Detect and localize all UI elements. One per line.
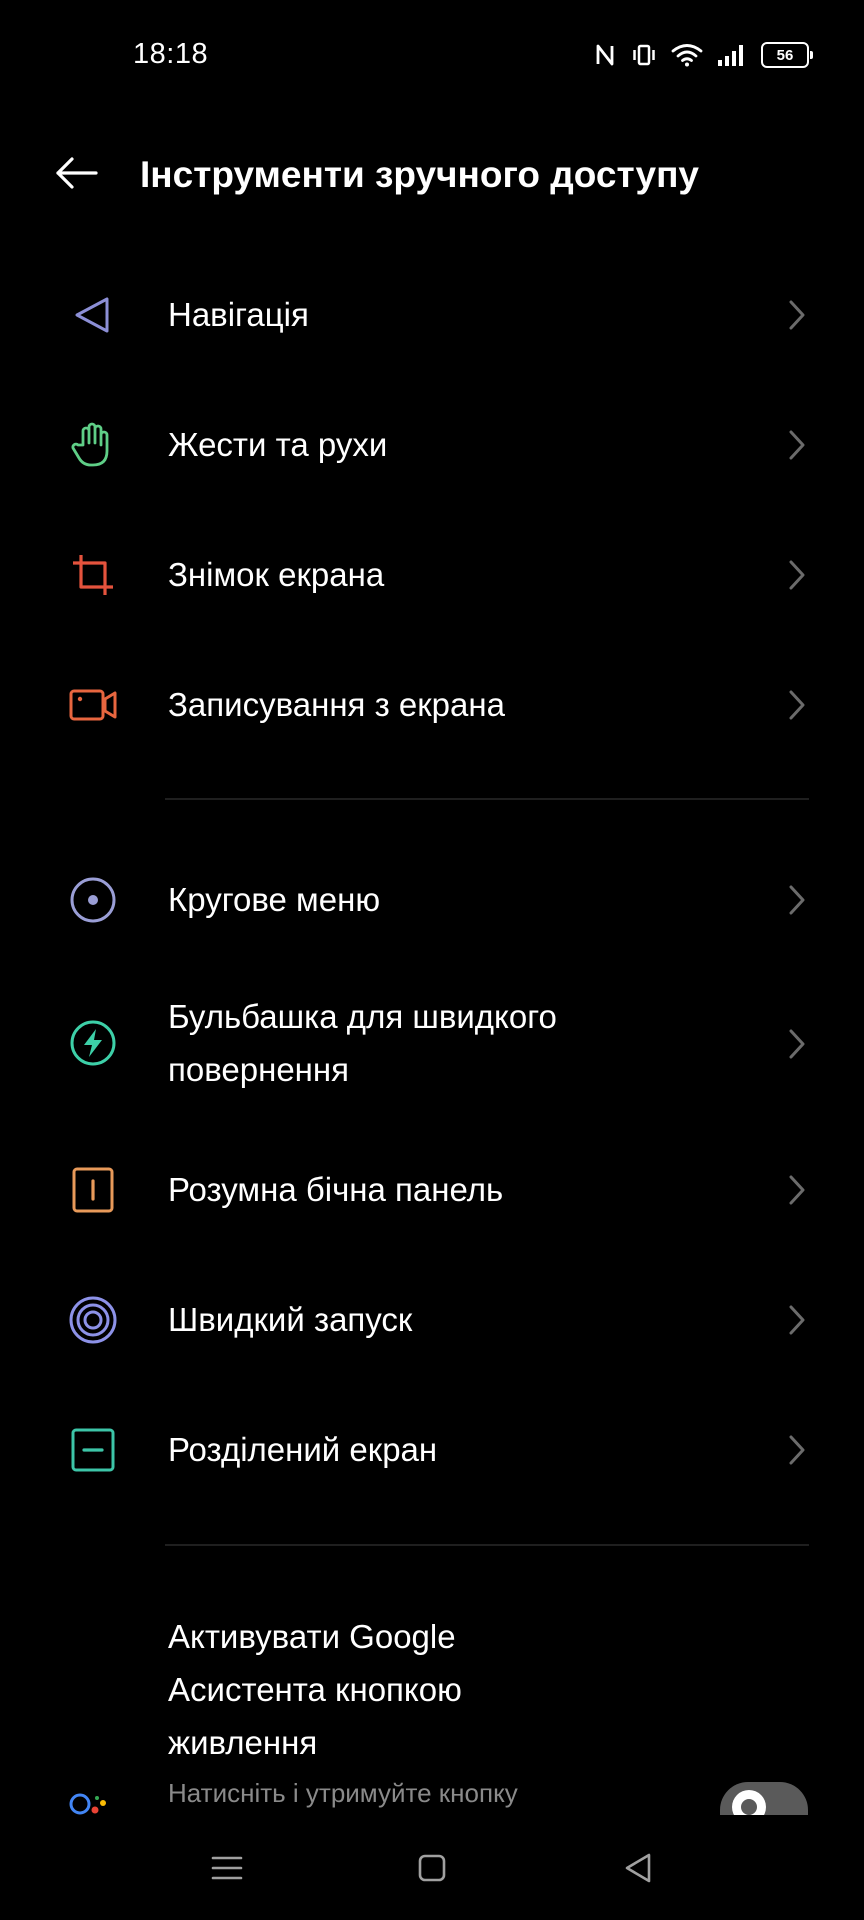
status-bar: 18:18 56: [0, 0, 864, 110]
battery-icon: 56: [761, 42, 813, 68]
menu-item-screenshot[interactable]: Знімок екрана: [0, 535, 864, 615]
status-time: 18:18: [133, 38, 209, 70]
menu-item-label: Знімок екрана: [168, 556, 385, 593]
menu-item-label: Кругове меню: [168, 881, 381, 918]
chevron-right-icon: [782, 685, 812, 725]
menu-item-circle-menu[interactable]: Кругове меню: [0, 860, 864, 940]
quick-return-bubble-icon: [68, 1018, 118, 1068]
crop-screenshot-icon: [68, 550, 118, 600]
chevron-right-icon: [782, 1170, 812, 1210]
assistant-toggle[interactable]: [720, 1782, 808, 1816]
wifi-icon: [671, 43, 703, 67]
system-navigation-bar: [0, 1815, 864, 1920]
quick-launch-icon: [68, 1295, 118, 1345]
menu-item-smart-sidebar[interactable]: Розумна бічна панель: [0, 1150, 864, 1230]
page-title: Інструменти зручного доступу: [140, 154, 700, 195]
screen-record-icon: [68, 680, 118, 730]
menu-item-label: Записування з екрана: [168, 686, 505, 723]
smart-sidebar-icon: [68, 1165, 118, 1215]
navigation-icon: [68, 290, 118, 340]
menu-item-label: Бульбашка для швидкого повернення: [168, 998, 557, 1088]
chevron-right-icon: [782, 1430, 812, 1470]
section-divider: [165, 1544, 809, 1546]
menu-item-screen-record[interactable]: Записування з екрана: [0, 665, 864, 745]
menu-icon: [211, 1854, 243, 1887]
menu-item-label: Розумна бічна панель: [168, 1171, 504, 1208]
circle-menu-icon: [68, 875, 118, 925]
split-screen-icon: [68, 1425, 118, 1475]
arrow-left-icon: [54, 156, 98, 195]
section-divider: [165, 798, 809, 800]
chevron-right-icon: [782, 1300, 812, 1340]
chevron-right-icon: [782, 295, 812, 335]
menu-item-navigation[interactable]: Навігація: [0, 275, 864, 355]
home-button[interactable]: [402, 1845, 462, 1895]
home-square-icon: [417, 1853, 447, 1888]
recent-apps-button[interactable]: [197, 1845, 257, 1895]
menu-item-split-screen[interactable]: Розділений екран: [0, 1410, 864, 1490]
menu-item-label: Навігація: [168, 296, 309, 333]
menu-item-label: Розділений екран: [168, 1431, 438, 1468]
menu-item-label: Швидкий запуск: [168, 1301, 413, 1338]
toggle-knob: [732, 1790, 766, 1816]
back-triangle-icon: [623, 1852, 653, 1889]
chevron-right-icon: [782, 880, 812, 920]
back-button[interactable]: [48, 150, 104, 200]
hand-gesture-icon: [68, 420, 118, 470]
menu-item-quick-launch[interactable]: Швидкий запуск: [0, 1280, 864, 1360]
menu-item-gestures[interactable]: Жести та рухи: [0, 405, 864, 485]
chevron-right-icon: [782, 1024, 812, 1064]
status-icons: 56: [595, 38, 813, 72]
nfc-icon: [595, 43, 617, 67]
chevron-right-icon: [782, 555, 812, 595]
assistant-setting-subtitle: Натисніть і утримуйте кнопку: [168, 1778, 518, 1808]
menu-item-quick-return-bubble[interactable]: Бульбашка для швидкого повернення: [0, 990, 864, 1096]
chevron-right-icon: [782, 425, 812, 465]
menu-item-label: Жести та рухи: [168, 426, 388, 463]
google-assistant-setting[interactable]: Активувати Google Асистента кнопкою живл…: [0, 1610, 864, 1815]
google-assistant-icon: [68, 1788, 118, 1818]
assistant-setting-title: Активувати Google Асистента кнопкою живл…: [168, 1618, 462, 1761]
header: Інструменти зручного доступу: [0, 130, 864, 220]
back-nav-button[interactable]: [608, 1845, 668, 1895]
signal-icon: [717, 43, 747, 67]
vibrate-icon: [631, 43, 657, 67]
